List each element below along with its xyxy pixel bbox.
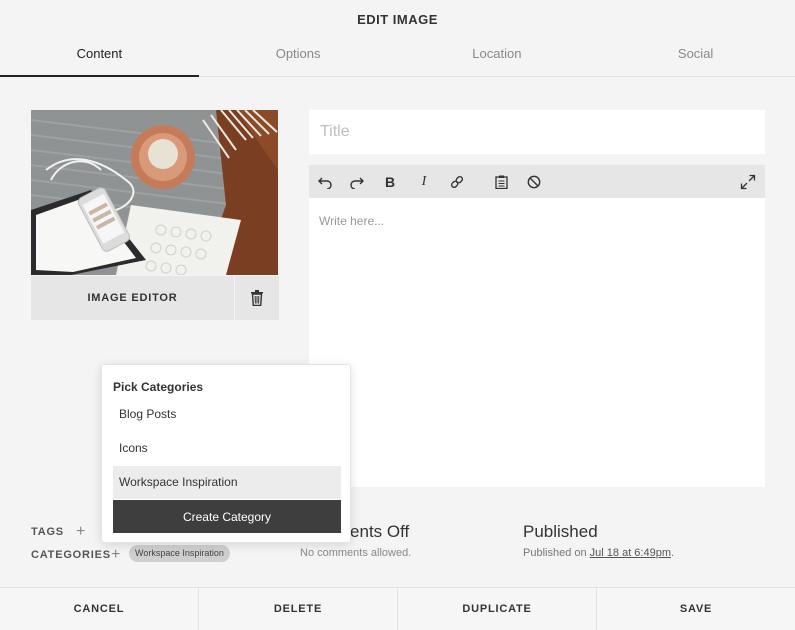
redo-icon xyxy=(350,177,364,189)
redo-button[interactable] xyxy=(343,165,371,198)
clipboard-icon xyxy=(494,175,508,189)
expand-button[interactable] xyxy=(734,165,762,198)
image-editor-button[interactable]: IMAGE EDITOR xyxy=(31,276,234,320)
add-category-button[interactable]: + xyxy=(111,546,121,563)
cancel-button[interactable]: CANCEL xyxy=(0,588,199,630)
link-icon xyxy=(450,175,464,188)
create-category-button[interactable]: Create Category xyxy=(113,500,341,533)
add-tag-button[interactable]: + xyxy=(76,523,86,540)
delete-image-button[interactable] xyxy=(235,276,279,320)
footer-actions: CANCEL DELETE DUPLICATE SAVE xyxy=(0,587,795,630)
duplicate-button[interactable]: DUPLICATE xyxy=(398,588,597,630)
plus-icon: + xyxy=(76,523,86,540)
dropdown-title: Pick Categories xyxy=(113,380,204,394)
undo-button[interactable] xyxy=(311,165,339,198)
publish-prefix: Published on xyxy=(523,547,590,559)
tab-bar: Content Options Location Social xyxy=(0,40,795,77)
category-chip[interactable]: Workspace Inspiration xyxy=(129,545,230,562)
body-editor[interactable]: Write here... xyxy=(309,198,765,487)
publish-suffix: . xyxy=(671,547,675,559)
publish-date-link[interactable]: Jul 18 at 6:49pm xyxy=(590,547,671,559)
undo-icon xyxy=(318,177,332,189)
tab-social[interactable]: Social xyxy=(596,40,795,76)
tab-location[interactable]: Location xyxy=(398,40,597,76)
bold-button[interactable]: B xyxy=(376,165,404,198)
expand-icon xyxy=(740,174,756,189)
body-placeholder: Write here... xyxy=(319,214,385,228)
bold-icon: B xyxy=(384,173,396,190)
tab-content[interactable]: Content xyxy=(0,40,199,77)
dialog-title: EDIT IMAGE xyxy=(357,12,438,27)
clear-format-button[interactable] xyxy=(520,165,548,198)
comments-description: No comments allowed. xyxy=(300,547,412,559)
title-input[interactable] xyxy=(309,110,765,154)
clear-format-icon xyxy=(527,175,541,188)
tags-label: TAGS xyxy=(31,526,64,538)
publish-date-text: Published on Jul 18 at 6:49pm. xyxy=(523,547,674,559)
italic-button[interactable]: I xyxy=(410,165,438,198)
category-option-blog-posts[interactable]: Blog Posts xyxy=(113,398,341,431)
delete-button[interactable]: DELETE xyxy=(199,588,398,630)
publish-status[interactable]: Published xyxy=(523,522,598,542)
save-button[interactable]: SAVE xyxy=(597,588,795,630)
tab-options[interactable]: Options xyxy=(199,40,398,76)
trash-icon xyxy=(251,290,263,306)
italic-icon: I xyxy=(421,173,427,189)
plus-icon: + xyxy=(111,546,121,563)
image-actions: IMAGE EDITOR xyxy=(31,276,279,320)
link-button[interactable] xyxy=(443,165,471,198)
category-dropdown: Pick Categories Blog Posts Icons Workspa… xyxy=(101,364,351,543)
category-option-workspace-inspiration[interactable]: Workspace Inspiration xyxy=(113,466,341,499)
editor-toolbar: B I xyxy=(309,165,765,198)
categories-label: CATEGORIES xyxy=(31,549,111,561)
paste-button[interactable] xyxy=(487,165,515,198)
image-preview[interactable] xyxy=(31,110,278,275)
image-thumbnail xyxy=(31,110,278,275)
category-option-icons[interactable]: Icons xyxy=(113,432,341,465)
